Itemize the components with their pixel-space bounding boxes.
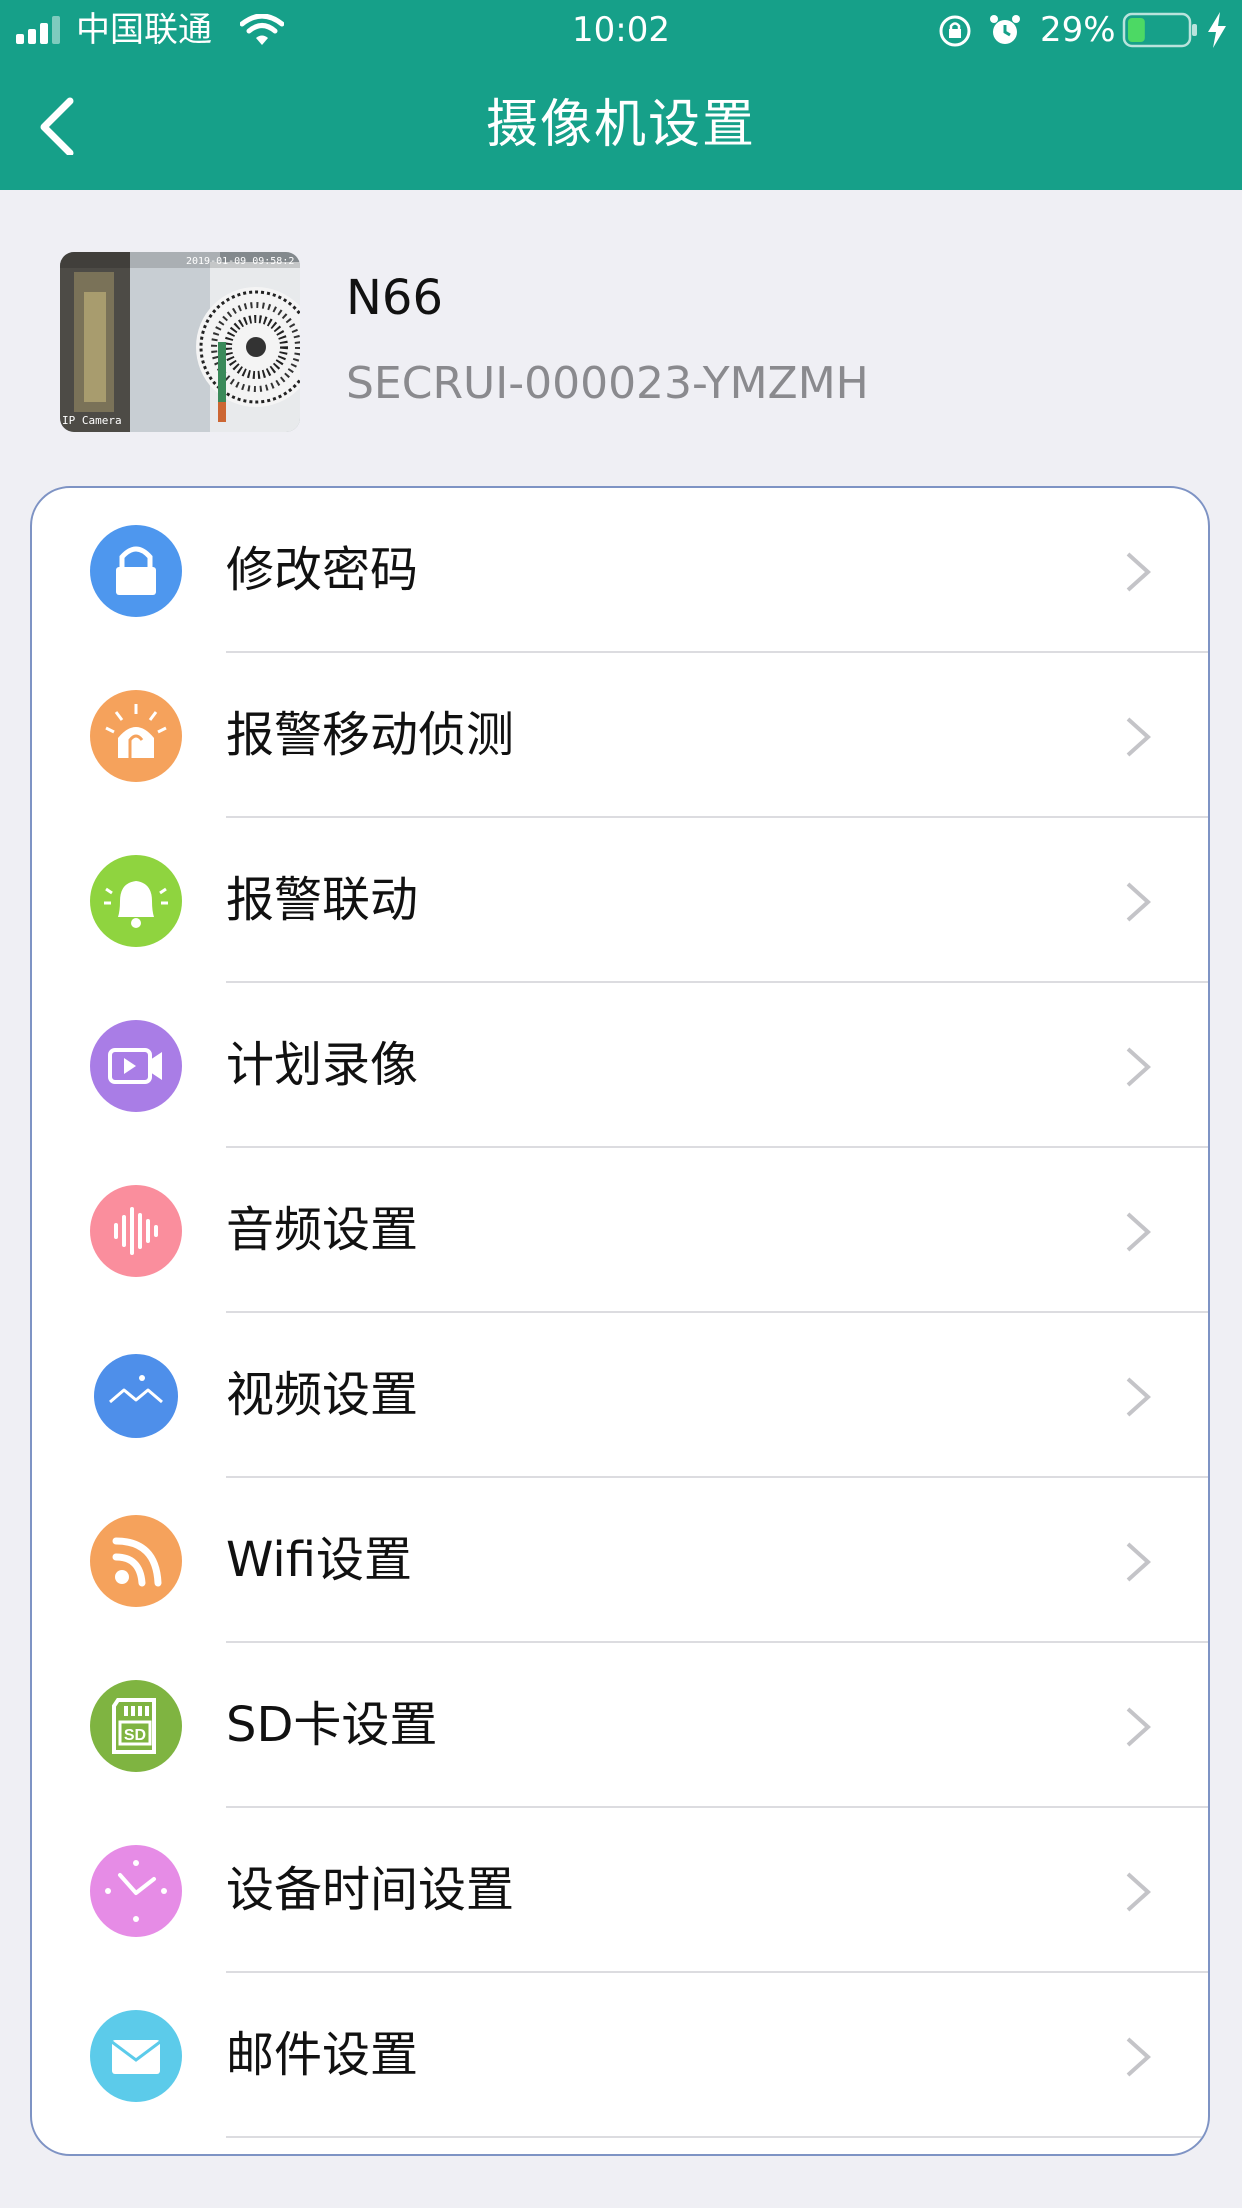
menu-item-scheduled-recording[interactable]: 计划录像 bbox=[32, 983, 1208, 1148]
menu-item-change-password[interactable]: 修改密码 bbox=[32, 488, 1208, 653]
camera-name: N66 bbox=[346, 270, 443, 326]
video-camera-icon bbox=[90, 1020, 182, 1112]
sd-card-icon: SD bbox=[90, 1680, 182, 1772]
chevron-right-icon bbox=[1126, 1542, 1151, 1582]
menu-item-label: 视频设置 bbox=[226, 1367, 419, 1423]
chevron-right-icon bbox=[1126, 2037, 1151, 2077]
thumbnail-label: IP Camera bbox=[62, 414, 122, 427]
bell-icon bbox=[90, 855, 182, 947]
clock-icon bbox=[90, 1845, 182, 1937]
menu-item-video-settings[interactable]: 视频设置 bbox=[32, 1313, 1208, 1478]
menu-item-label: SD卡设置 bbox=[226, 1697, 438, 1753]
rotation-lock-icon bbox=[939, 15, 971, 47]
menu-item-label: 计划录像 bbox=[226, 1037, 419, 1093]
chevron-right-icon bbox=[1126, 1872, 1151, 1912]
menu-item-label: 邮件设置 bbox=[226, 2027, 419, 2083]
chevron-right-icon bbox=[1126, 1047, 1151, 1087]
nav-bar: 摄像机设置 bbox=[0, 60, 1242, 190]
chevron-right-icon bbox=[1126, 1707, 1151, 1747]
chevron-right-icon bbox=[1126, 717, 1151, 757]
menu-item-device-time-settings[interactable]: 设备时间设置 bbox=[32, 1808, 1208, 1973]
battery-percent: 29% bbox=[1040, 10, 1116, 50]
menu-item-label: 修改密码 bbox=[226, 542, 419, 598]
charging-bolt-icon bbox=[1208, 12, 1226, 48]
lock-icon bbox=[90, 525, 182, 617]
alarm-clock-icon bbox=[990, 15, 1020, 44]
menu-item-label: 报警联动 bbox=[226, 872, 419, 928]
chevron-right-icon bbox=[1126, 552, 1151, 592]
battery-icon bbox=[1122, 12, 1197, 48]
menu-item-wifi-settings[interactable]: Wifi设置 bbox=[32, 1478, 1208, 1643]
audio-wave-icon bbox=[90, 1185, 182, 1277]
thumbnail-timestamp: 2019-01-09 09:58:2 bbox=[186, 256, 294, 267]
chevron-right-icon bbox=[1126, 1377, 1151, 1417]
menu-item-alarm-linkage[interactable]: 报警联动 bbox=[32, 818, 1208, 983]
chevron-right-icon bbox=[1126, 882, 1151, 922]
landscape-icon bbox=[90, 1350, 182, 1442]
page-title: 摄像机设置 bbox=[485, 95, 756, 155]
menu-item-label: 音频设置 bbox=[226, 1202, 419, 1258]
menu-item-label: 设备时间设置 bbox=[226, 1862, 515, 1918]
menu-item-sd-card-settings[interactable]: SD SD卡设置 bbox=[32, 1643, 1208, 1808]
divider bbox=[226, 2136, 1208, 2138]
menu-item-label: Wifi设置 bbox=[226, 1532, 412, 1588]
mail-icon bbox=[90, 2010, 182, 2102]
settings-menu: 修改密码 报警移动侦测 报警联动 计划录像 音频设置 视频设置 Wifi设置 S… bbox=[30, 486, 1210, 2156]
menu-item-email-settings[interactable]: 邮件设置 bbox=[32, 1973, 1208, 2138]
menu-item-audio-settings[interactable]: 音频设置 bbox=[32, 1148, 1208, 1313]
menu-item-label: 报警移动侦测 bbox=[226, 707, 515, 763]
camera-id: SECRUI-000023-YMZMH bbox=[346, 358, 869, 409]
chevron-right-icon bbox=[1126, 1212, 1151, 1252]
svg-text:SD: SD bbox=[124, 1727, 146, 1744]
status-bar: 中国联通 10:02 29% bbox=[0, 0, 1242, 60]
wifi-icon bbox=[90, 1515, 182, 1607]
alarm-light-icon bbox=[90, 690, 182, 782]
camera-thumbnail: 2019-01-09 09:58:2 IP Camera bbox=[60, 252, 300, 432]
menu-item-motion-detection[interactable]: 报警移动侦测 bbox=[32, 653, 1208, 818]
